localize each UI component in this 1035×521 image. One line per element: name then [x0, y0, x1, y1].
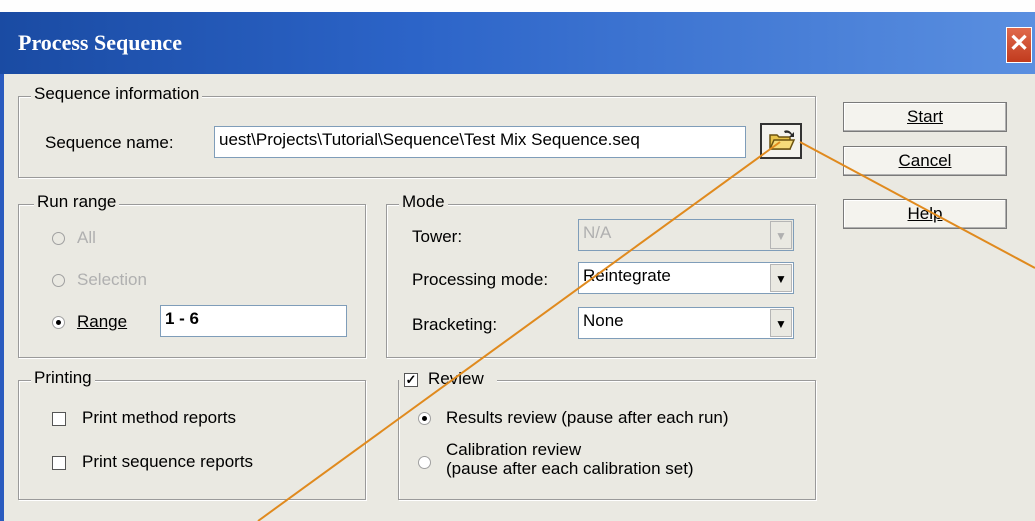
- annotation-line-right: [799, 141, 1035, 269]
- annotation-overlay: [257, 141, 1035, 521]
- annotation-line-left: [257, 141, 781, 521]
